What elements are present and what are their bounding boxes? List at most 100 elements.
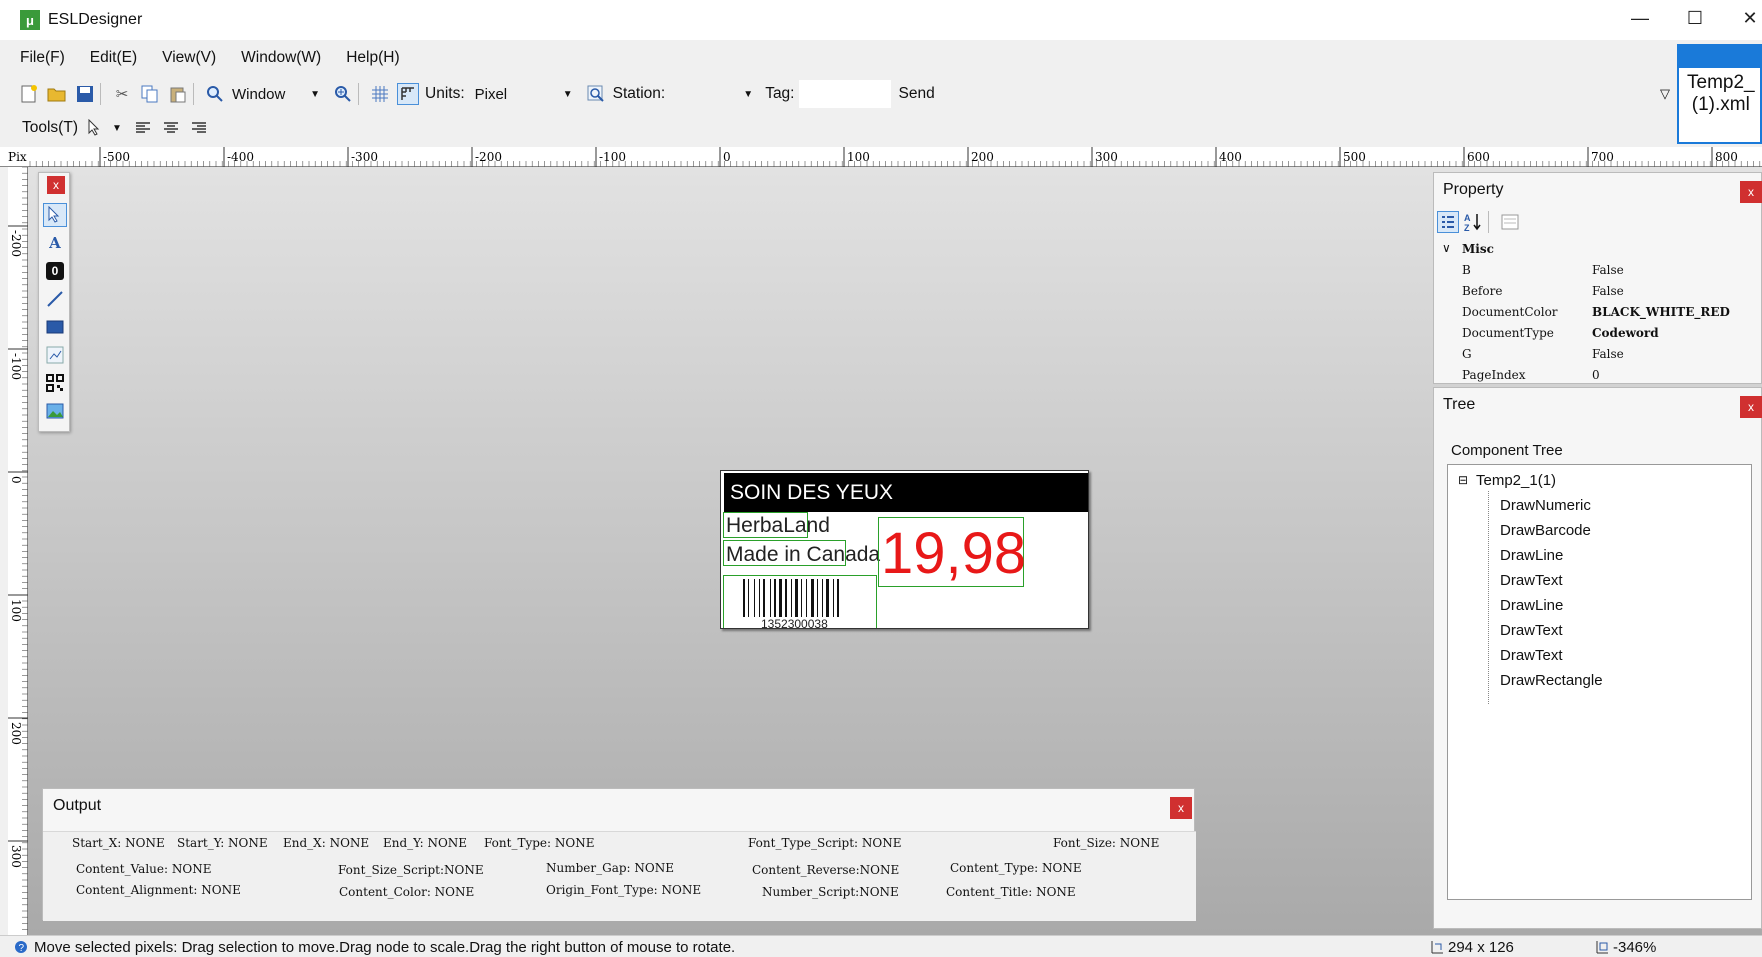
menu-edit[interactable]: Edit(E) [90,49,137,67]
property-pages-icon[interactable] [1499,211,1521,233]
barcode-graphic[interactable] [743,579,859,617]
output-title: Output [53,797,102,814]
property-category-row[interactable]: ∨ Misc [1434,239,1762,260]
send-button[interactable]: Send [899,85,935,103]
menu-view[interactable]: View(V) [162,49,216,67]
select-tool-icon[interactable] [43,203,67,227]
categorized-view-icon[interactable] [1437,211,1459,233]
line-tool-icon[interactable] [43,287,67,311]
chevron-down-icon[interactable]: ▼ [112,123,122,134]
zoom-window-dropdown[interactable]: Window ▼ [226,80,326,108]
units-label: Units: [425,85,465,102]
barcode-bar [770,579,771,617]
close-button[interactable]: ✕ [1735,8,1762,32]
menu-help[interactable]: Help(H) [346,49,399,67]
new-file-icon[interactable] [18,83,40,105]
property-row[interactable]: DocumentType Codeword [1434,323,1762,344]
barcode-bar [743,579,745,617]
tree-node[interactable]: DrawText [1500,572,1563,589]
maximize-button[interactable]: ☐ [1680,8,1710,32]
palette-close-button[interactable]: x [47,176,65,194]
ruler-toggle-icon[interactable] [397,83,419,105]
chevron-down-icon: ▼ [562,88,573,100]
tree-node[interactable]: DrawBarcode [1500,522,1591,539]
property-close-button[interactable]: x [1740,181,1762,203]
chevron-down-icon: ▼ [743,88,754,100]
tree-node[interactable]: DrawLine [1500,597,1563,614]
tree-node[interactable]: DrawText [1500,622,1563,639]
units-dropdown[interactable]: Pixel ▼ [469,80,579,108]
tag-input[interactable] [798,80,891,108]
barcode-bar [754,579,755,617]
overflow-chevron-icon[interactable]: ▽ [1660,86,1670,102]
tree-node[interactable]: DrawText [1500,647,1563,664]
property-row[interactable]: Before False [1434,281,1762,302]
tree-node[interactable]: DrawRectangle [1500,672,1603,689]
align-left-icon[interactable] [132,117,154,139]
property-value[interactable]: Codeword [1592,326,1659,340]
property-value[interactable]: False [1592,263,1624,277]
sort-alphabetical-icon[interactable]: AZ [1462,211,1484,233]
qrcode-tool-icon[interactable] [43,371,67,395]
output-close-button[interactable]: x [1170,797,1192,819]
text-tool-icon[interactable]: A [43,231,67,255]
property-row[interactable]: B False [1434,260,1762,281]
tree-node[interactable]: DrawNumeric [1500,497,1591,514]
tree-title: Tree [1443,396,1476,413]
pointer-add-icon[interactable] [84,117,106,139]
station-search-icon[interactable] [585,83,607,105]
output-field: Content_Value: NONE [76,862,212,876]
chart-tool-icon[interactable] [43,343,67,367]
property-row[interactable]: PageIndex 0 [1434,365,1762,383]
label-header-text[interactable]: SOIN DES YEUX [724,473,1088,512]
save-icon[interactable] [74,83,96,105]
tools-menu[interactable]: Tools(T) [22,119,78,137]
label-price[interactable]: 19,98 [881,519,1026,589]
station-dropdown[interactable]: ▼ [669,80,759,108]
ruler-label: -200 [475,150,502,164]
menu-window[interactable]: Window(W) [241,49,321,67]
tools-toolbar: Tools(T) ▼ [0,112,210,144]
zoom-level: -346% [1613,939,1657,956]
collapse-toggle-icon[interactable]: ⊟ [1458,473,1468,487]
align-center-icon[interactable] [160,117,182,139]
property-value[interactable]: BLACK_WHITE_RED [1592,305,1730,319]
tree-root-node[interactable]: Temp2_1(1) [1476,472,1556,489]
property-panel: Property x AZ ∨ Misc B False Before Fals… [1433,172,1762,384]
barcode-bar [759,579,760,617]
property-value[interactable]: False [1592,284,1624,298]
align-right-icon[interactable] [188,117,210,139]
toolbar-separator [358,83,359,105]
property-value[interactable]: 0 [1592,368,1600,382]
svg-text:?: ? [19,943,25,954]
component-tree[interactable]: ⊟ Temp2_1(1) DrawNumeric DrawBarcode Dra… [1447,464,1752,900]
property-row[interactable]: DocumentColor BLACK_WHITE_RED [1434,302,1762,323]
paste-icon[interactable] [167,83,189,105]
document-tab[interactable]: Temp2_ (1).xml [1677,44,1762,144]
tree-node[interactable]: DrawLine [1500,547,1563,564]
property-title: Property [1443,181,1504,198]
zoom-in-icon[interactable] [332,83,354,105]
grid-icon[interactable] [369,83,391,105]
collapse-chevron-icon[interactable]: ∨ [1442,241,1451,255]
zoom-out-icon[interactable] [204,83,226,105]
vertical-ruler: -200 -100 0 100 200 300 [8,166,28,935]
minimize-button[interactable]: — [1625,8,1655,32]
open-folder-icon[interactable] [46,83,68,105]
label-origin-text[interactable]: Made in Canada [726,543,880,567]
menu-file[interactable]: File(F) [20,49,65,67]
ruler-label: 0 [9,476,23,484]
esl-label-preview[interactable]: SOIN DES YEUX HerbaLand Made in Canada 1… [720,470,1089,629]
numeric-tool-icon[interactable]: 0 [43,259,67,283]
cut-icon[interactable]: ✂ [111,83,133,105]
rectangle-tool-icon[interactable] [43,315,67,339]
property-value[interactable]: False [1592,347,1624,361]
copy-icon[interactable] [139,83,161,105]
component-tree-label: Component Tree [1451,442,1563,459]
label-brand-text[interactable]: HerbaLand [726,514,830,538]
tree-close-button[interactable]: x [1740,396,1762,418]
output-field: Content_Alignment: NONE [76,883,241,897]
image-tool-icon[interactable] [43,399,67,423]
property-row[interactable]: G False [1434,344,1762,365]
ruler-label: -100 [9,353,23,380]
